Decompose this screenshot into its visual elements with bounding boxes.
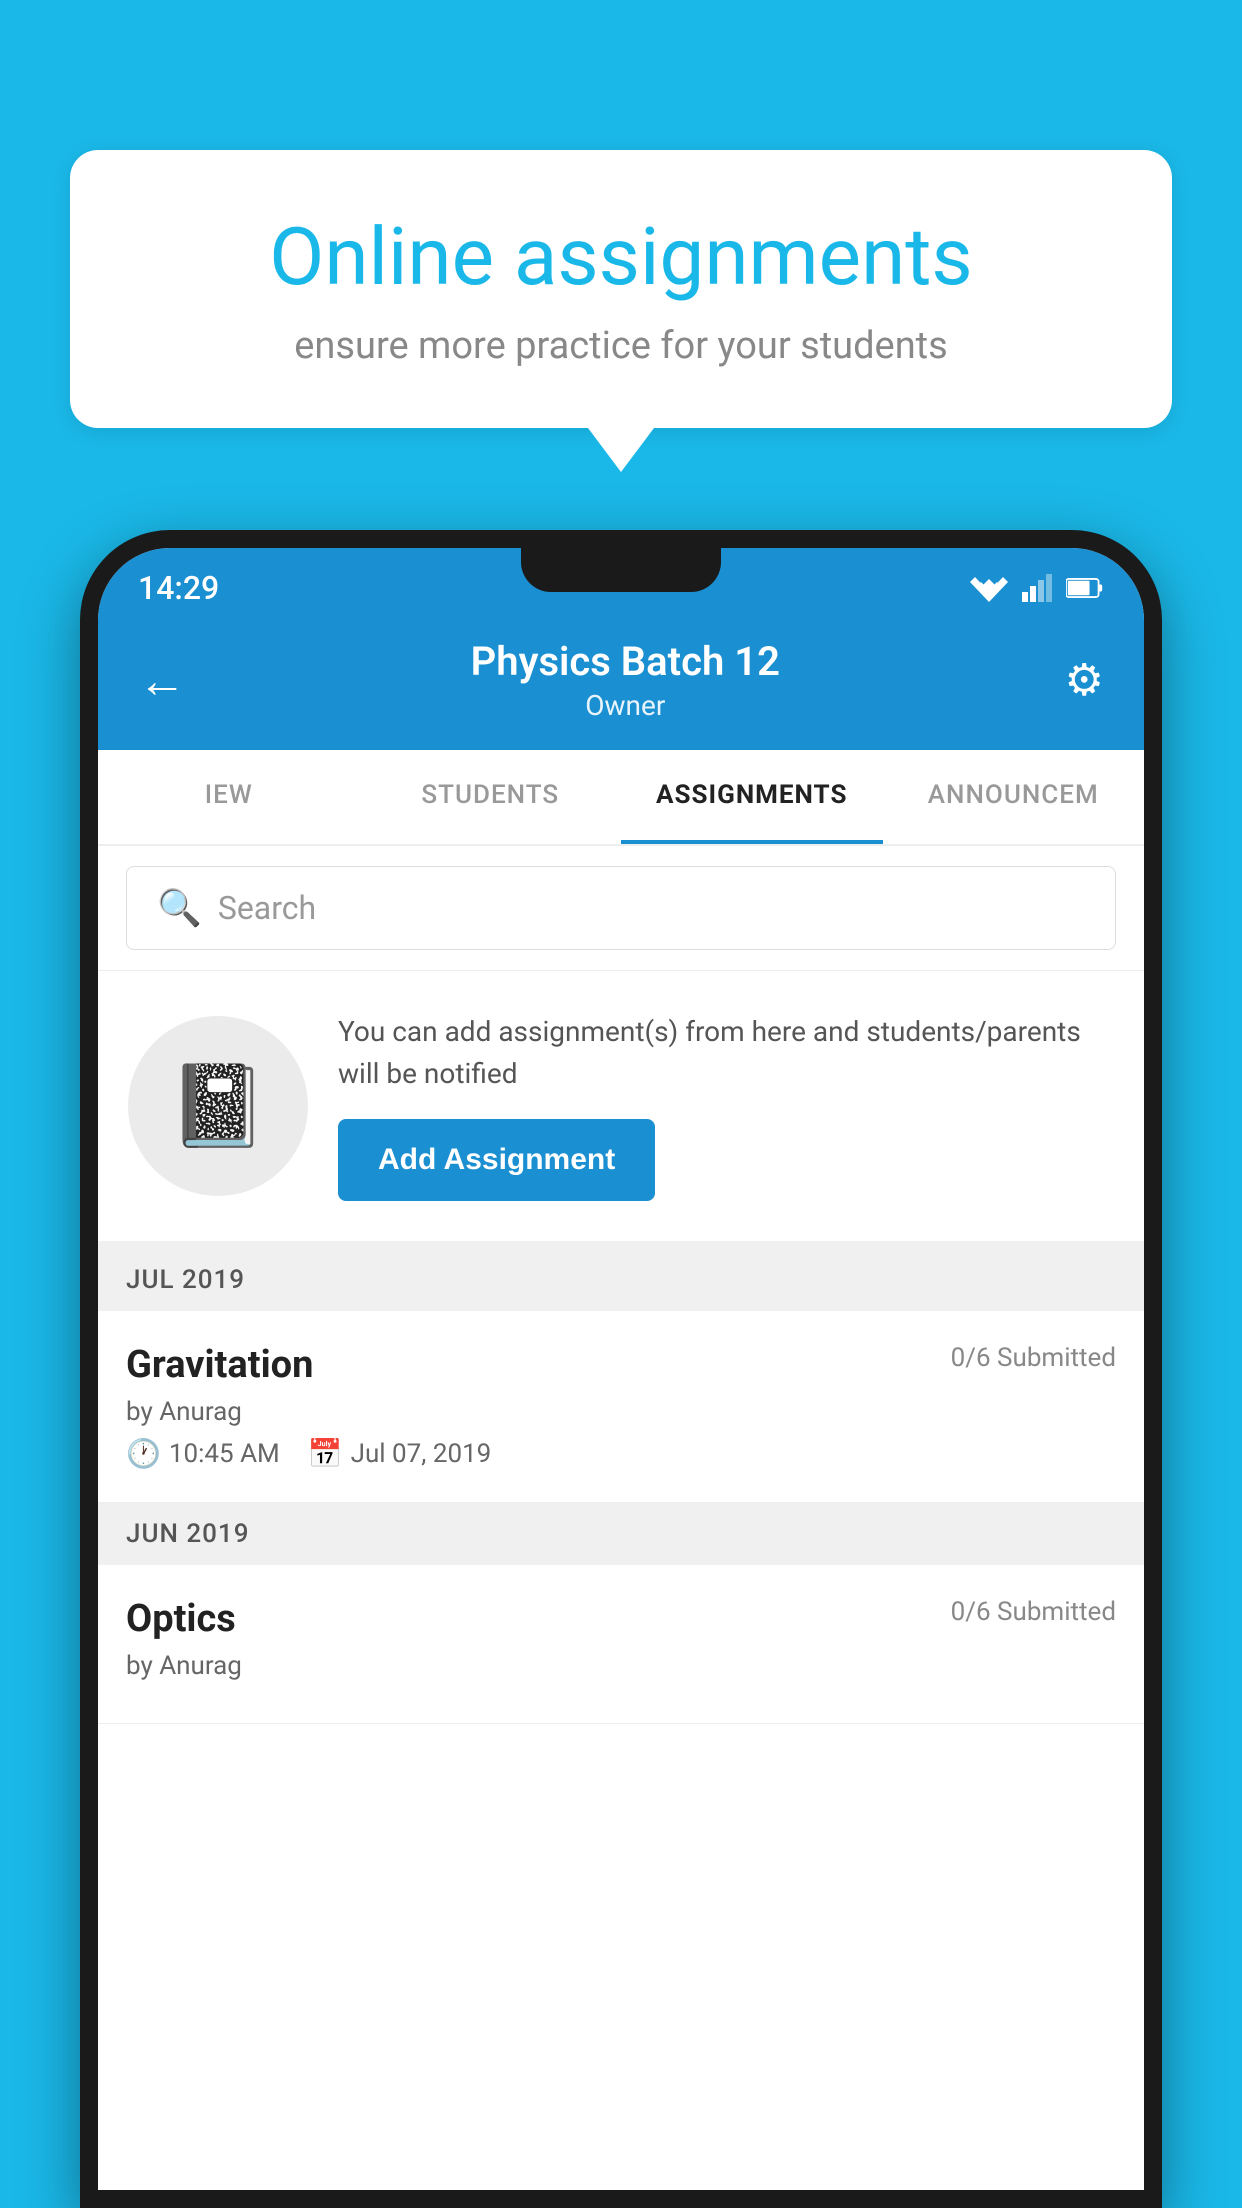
phone-notch xyxy=(521,548,721,592)
assignment-date-value: Jul 07, 2019 xyxy=(351,1439,492,1469)
assignment-submitted-optics: 0/6 Submitted xyxy=(951,1597,1116,1627)
calendar-icon: 📅 xyxy=(308,1437,343,1470)
assignment-meta-gravitation: 🕐 10:45 AM 📅 Jul 07, 2019 xyxy=(126,1437,1116,1470)
signal-icon xyxy=(1022,574,1052,602)
assignment-title-gravitation: Gravitation xyxy=(126,1343,313,1387)
header-center: Physics Batch 12 Owner xyxy=(471,638,780,722)
assignment-title-optics: Optics xyxy=(126,1597,236,1641)
speech-bubble-title: Online assignments xyxy=(140,210,1102,304)
assignment-time: 🕐 10:45 AM xyxy=(126,1437,280,1470)
add-assignment-button[interactable]: Add Assignment xyxy=(338,1119,655,1201)
app-header: ← Physics Batch 12 Owner ⚙ xyxy=(98,618,1144,750)
settings-icon[interactable]: ⚙ xyxy=(1065,654,1104,706)
assignment-item-optics[interactable]: Optics 0/6 Submitted by Anurag xyxy=(98,1565,1144,1724)
search-icon: 🔍 xyxy=(157,887,202,929)
speech-bubble-subtitle: ensure more practice for your students xyxy=(140,324,1102,368)
assignment-time-value: 10:45 AM xyxy=(169,1439,280,1469)
wifi-icon xyxy=(970,574,1008,602)
search-bar[interactable]: 🔍 Search xyxy=(126,866,1116,950)
clock-icon: 🕐 xyxy=(126,1437,161,1470)
search-container: 🔍 Search xyxy=(98,846,1144,971)
phone-frame: 14:29 xyxy=(80,530,1162,2208)
month-label-jul: JUL 2019 xyxy=(126,1265,245,1295)
status-time: 14:29 xyxy=(138,569,219,607)
add-assignment-promo: 📓 You can add assignment(s) from here an… xyxy=(98,971,1144,1249)
promo-description: You can add assignment(s) from here and … xyxy=(338,1011,1114,1095)
assignment-author-optics: by Anurag xyxy=(126,1651,1116,1681)
tabs-container: IEW STUDENTS ASSIGNMENTS ANNOUNCEM xyxy=(98,750,1144,846)
assignment-date: 📅 Jul 07, 2019 xyxy=(308,1437,492,1470)
tab-iew[interactable]: IEW xyxy=(98,750,360,844)
assignment-icon-circle: 📓 xyxy=(128,1016,308,1196)
header-title: Physics Batch 12 xyxy=(471,638,780,685)
month-separator-jun: JUN 2019 xyxy=(98,1503,1144,1565)
month-label-jun: JUN 2019 xyxy=(126,1519,249,1549)
battery-icon xyxy=(1066,576,1104,600)
notebook-icon: 📓 xyxy=(168,1059,268,1153)
assignment-row-top: Gravitation 0/6 Submitted xyxy=(126,1343,1116,1387)
phone-inner: 14:29 xyxy=(98,548,1144,2190)
assignment-row-top-optics: Optics 0/6 Submitted xyxy=(126,1597,1116,1641)
month-separator-jul: JUL 2019 xyxy=(98,1249,1144,1311)
promo-right: You can add assignment(s) from here and … xyxy=(338,1011,1114,1201)
assignment-item-gravitation[interactable]: Gravitation 0/6 Submitted by Anurag 🕐 10… xyxy=(98,1311,1144,1503)
tab-assignments[interactable]: ASSIGNMENTS xyxy=(621,750,883,844)
header-subtitle: Owner xyxy=(471,689,780,722)
assignment-author-gravitation: by Anurag xyxy=(126,1397,1116,1427)
assignment-submitted-gravitation: 0/6 Submitted xyxy=(951,1343,1116,1373)
speech-bubble-container: Online assignments ensure more practice … xyxy=(70,150,1172,428)
search-placeholder: Search xyxy=(218,889,316,927)
tab-announcements[interactable]: ANNOUNCEM xyxy=(883,750,1145,844)
tab-students[interactable]: STUDENTS xyxy=(360,750,622,844)
back-button[interactable]: ← xyxy=(138,652,186,709)
speech-bubble: Online assignments ensure more practice … xyxy=(70,150,1172,428)
status-icons xyxy=(970,574,1104,602)
